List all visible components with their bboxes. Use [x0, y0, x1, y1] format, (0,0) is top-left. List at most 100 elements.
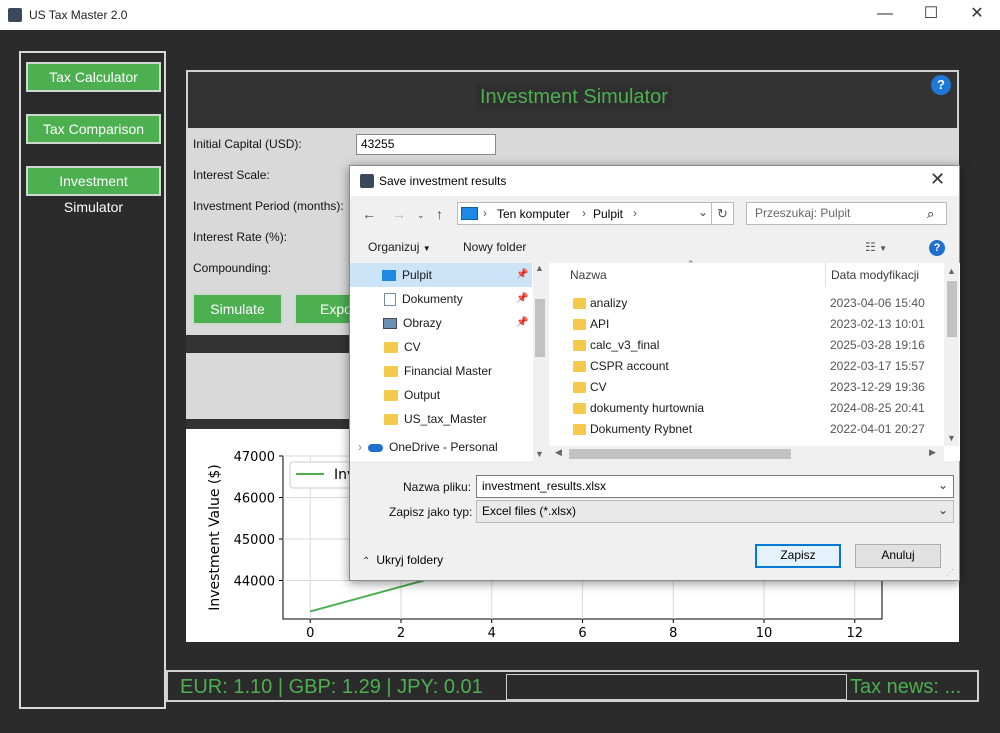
search-icon: ⌕ — [927, 206, 935, 221]
filetype-select[interactable]: Excel files (*.xlsx) ⌄ — [476, 500, 954, 523]
search-input[interactable]: Przeszukaj: Pulpit — [746, 202, 947, 225]
scroll-down-icon[interactable]: ▼ — [947, 433, 956, 443]
help-icon[interactable]: ? — [931, 75, 951, 95]
scroll-left-icon[interactable]: ◀ — [555, 447, 562, 458]
file-row[interactable]: calc_v3_final 2025-03-28 19:16 — [549, 335, 944, 356]
address-bar[interactable]: › Ten komputer › Pulpit › ⌄ — [457, 202, 712, 225]
expand-chevron-icon[interactable]: › — [358, 440, 362, 454]
up-arrow-icon[interactable]: ↑ — [436, 206, 443, 222]
x-tick-label: 2 — [397, 626, 405, 641]
file-list-vscrollbar[interactable]: ▲ ▼ — [944, 263, 959, 446]
nav-item-desktop[interactable]: Pulpit 📌 — [350, 263, 532, 287]
nav-label: Pulpit — [402, 268, 433, 282]
sidebar-item-investment-simulator[interactable]: Investment Simulator — [26, 166, 161, 215]
forward-arrow-icon[interactable]: → — [392, 206, 406, 222]
nav-item-onedrive[interactable]: › OneDrive - Personal — [350, 435, 532, 459]
file-name: CV — [590, 380, 607, 394]
minimize-button[interactable]: — — [862, 0, 908, 30]
nav-scrollbar[interactable]: ▲ ▼ — [533, 263, 547, 461]
folder-icon — [573, 298, 586, 309]
file-name: Dokumenty Rybnet — [590, 422, 693, 436]
column-header-date[interactable]: Data modyfikacji — [831, 268, 919, 282]
file-row[interactable]: CV 2023-12-29 19:36 — [549, 377, 944, 398]
chevron-down-icon[interactable]: ⌄ — [938, 503, 948, 517]
scroll-up-icon[interactable]: ▲ — [535, 263, 544, 273]
caret-down-icon: ▼ — [422, 244, 431, 253]
chevron-down-icon[interactable]: ⌄ — [938, 478, 948, 492]
x-tick-label: 0 — [306, 626, 314, 641]
save-button[interactable]: Zapisz — [755, 544, 841, 568]
nav-item-us-tax-master[interactable]: US_tax_Master — [350, 407, 532, 431]
file-row[interactable]: dokumenty hurtownia 2024-08-25 20:41 — [549, 398, 944, 419]
y-tick-label: 44000 — [234, 575, 275, 590]
dialog-title: Save investment results — [379, 174, 507, 188]
nav-label: Dokumenty — [402, 292, 463, 306]
simulate-button[interactable]: Simulate — [192, 293, 283, 325]
app-icon — [360, 174, 374, 188]
close-button[interactable]: ✕ — [954, 0, 1000, 30]
cloud-icon — [368, 443, 383, 452]
dialog-form: Nazwa pliku: investment_results.xlsx ⌄ Z… — [350, 466, 959, 581]
help-icon[interactable]: ? — [929, 240, 945, 256]
initial-capital-input[interactable]: 43255 — [356, 134, 496, 155]
sidebar: Tax Calculator Tax Comparison Investment… — [19, 51, 166, 709]
nav-item-pictures[interactable]: Obrazy 📌 — [350, 311, 532, 335]
compounding-label: Compounding: — [193, 261, 272, 275]
file-date: 2025-03-28 19:16 — [830, 338, 925, 352]
initial-capital-label: Initial Capital (USD): — [193, 137, 302, 151]
file-row[interactable]: CSPR account 2022-03-17 15:57 — [549, 356, 944, 377]
computer-icon — [461, 207, 478, 220]
ticker-bar: EUR: 1.10 | GBP: 1.29 | JPY: 0.01 Tax ne… — [166, 670, 979, 702]
sidebar-item-tax-calculator[interactable]: Tax Calculator — [26, 62, 161, 92]
refresh-button[interactable]: ↻ — [712, 202, 734, 225]
scroll-up-icon[interactable]: ▲ — [947, 266, 956, 276]
nav-item-documents[interactable]: Dokumenty 📌 — [350, 287, 532, 311]
folder-icon — [384, 342, 398, 354]
nav-item-financial-master[interactable]: Financial Master — [350, 359, 532, 383]
file-date: 2022-03-17 15:57 — [830, 359, 925, 373]
hide-folders-toggle[interactable]: ⌃ Ukryj foldery — [362, 553, 443, 567]
file-row[interactable]: Dokumenty Rybnet 2022-04-01 20:27 — [549, 419, 944, 440]
filename-input[interactable]: investment_results.xlsx ⌄ — [476, 475, 954, 498]
scroll-thumb[interactable] — [569, 449, 791, 459]
nav-label: CV — [404, 340, 421, 354]
sidebar-item-tax-comparison[interactable]: Tax Comparison — [26, 114, 161, 144]
scroll-thumb[interactable] — [947, 281, 957, 337]
main-header: Investment Simulator ? — [186, 70, 959, 128]
interest-scale-label: Interest Scale: — [193, 168, 270, 182]
back-arrow-icon[interactable]: ← — [362, 206, 376, 222]
nav-label: Obrazy — [403, 316, 442, 330]
new-folder-button[interactable]: Nowy folder — [463, 240, 526, 254]
view-options-icon[interactable]: ☷ ▼ — [865, 240, 887, 254]
organize-menu[interactable]: Organizuj ▼ — [368, 240, 431, 254]
close-icon[interactable]: ✕ — [930, 169, 945, 190]
file-name: calc_v3_final — [590, 338, 660, 352]
nav-item-cv[interactable]: CV — [350, 335, 532, 359]
y-tick-label: 45000 — [234, 533, 275, 548]
resize-grip-icon[interactable]: ⋰ — [946, 568, 954, 577]
filename-label: Nazwa pliku: — [403, 480, 472, 494]
breadcrumb-this-pc[interactable]: Ten komputer — [497, 207, 570, 221]
currency-rates-text: EUR: 1.10 | GBP: 1.29 | JPY: 0.01 — [180, 676, 483, 698]
nav-item-output[interactable]: Output — [350, 383, 532, 407]
cancel-button[interactable]: Anuluj — [855, 544, 941, 568]
folder-icon — [573, 361, 586, 372]
window-title: US Tax Master 2.0 — [29, 8, 128, 22]
folder-icon — [384, 366, 398, 378]
chevron-down-icon[interactable]: ⌄ — [698, 205, 708, 219]
interest-rate-label: Interest Rate (%): — [193, 230, 288, 244]
breadcrumb-desktop[interactable]: Pulpit — [593, 207, 623, 221]
recent-locations-icon[interactable]: ⌄ — [417, 210, 425, 221]
export-button[interactable]: Expo — [294, 293, 354, 325]
scroll-down-icon[interactable]: ▼ — [535, 449, 544, 459]
scroll-thumb[interactable] — [535, 299, 545, 357]
maximize-button[interactable]: ☐ — [908, 0, 954, 30]
navigation-pane: Pulpit 📌 Dokumenty 📌 Obrazy 📌 CV Financi… — [350, 263, 547, 461]
file-row[interactable]: analizy 2023-04-06 15:40 — [549, 293, 944, 314]
scroll-right-icon[interactable]: ▶ — [929, 447, 936, 458]
nav-label: Output — [404, 388, 441, 402]
file-list-hscrollbar[interactable]: ◀ ▶ — [549, 446, 944, 461]
column-header-name[interactable]: Nazwa — [570, 268, 607, 282]
file-row[interactable]: API 2023-02-13 10:01 — [549, 314, 944, 335]
file-date: 2023-02-13 10:01 — [830, 317, 925, 331]
